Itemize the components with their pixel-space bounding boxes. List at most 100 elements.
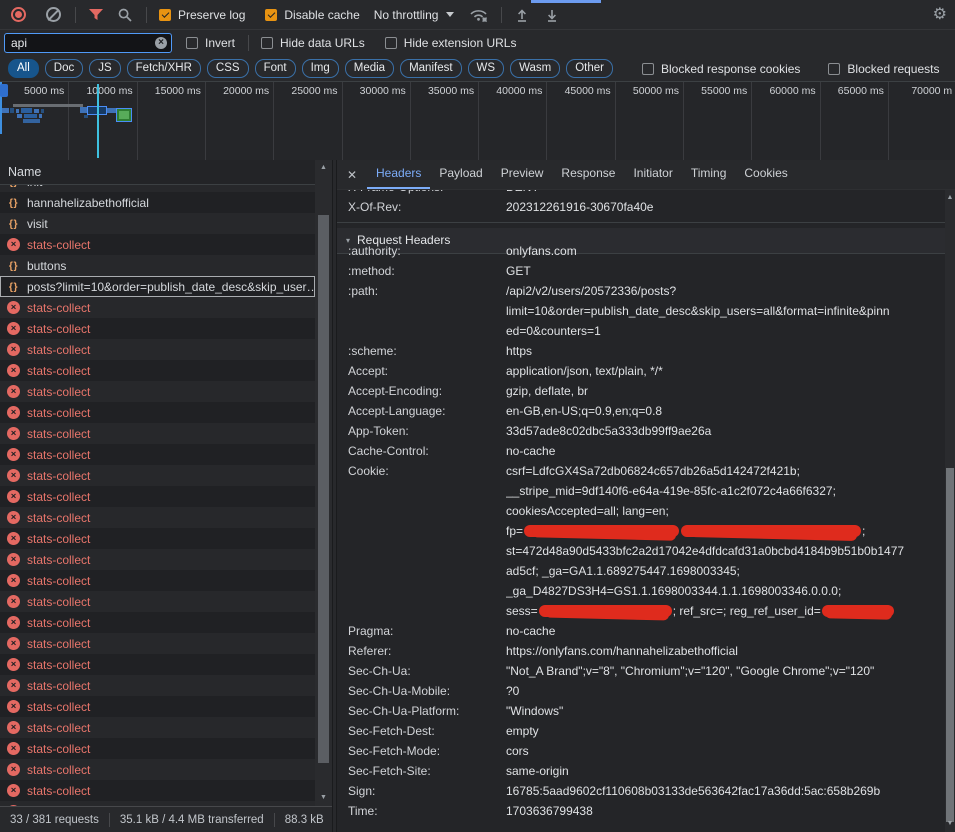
request-row[interactable]: ×stats-collect	[0, 717, 315, 738]
header-name: :authority:	[337, 241, 506, 261]
request-row[interactable]: ×stats-collect	[0, 465, 315, 486]
tab-headers[interactable]: Headers	[367, 160, 430, 189]
detail-scrollbar[interactable]: ▲ ▼	[945, 190, 955, 832]
hide-extension-urls-checkbox[interactable]: Hide extension URLs	[385, 36, 517, 50]
scrollbar-thumb[interactable]	[946, 468, 954, 822]
request-row[interactable]: {}buttons	[0, 255, 315, 276]
request-row[interactable]: ×stats-collect	[0, 633, 315, 654]
request-row[interactable]: {}hannahelizabethofficial	[0, 192, 315, 213]
throttling-select[interactable]: No throttling	[374, 8, 455, 22]
request-name: stats-collect	[27, 511, 90, 525]
filter-chip-css[interactable]: CSS	[207, 59, 249, 78]
filter-chip-js[interactable]: JS	[89, 59, 120, 78]
filter-chip-doc[interactable]: Doc	[45, 59, 83, 78]
search-icon[interactable]	[118, 8, 132, 22]
tab-cookies[interactable]: Cookies	[735, 160, 796, 189]
export-har-icon[interactable]	[545, 8, 559, 22]
redaction-scribble	[822, 605, 894, 617]
filter-chip-wasm[interactable]: Wasm	[510, 59, 560, 78]
request-row[interactable]: ×stats-collect	[0, 570, 315, 591]
tab-preview[interactable]: Preview	[492, 160, 553, 189]
requests-scrollbar[interactable]: ▲ ▼	[315, 160, 332, 806]
request-name: stats-collect	[27, 343, 90, 357]
filter-chip-other[interactable]: Other	[566, 59, 613, 78]
request-name: stats-collect	[27, 721, 90, 735]
scroll-down-icon[interactable]: ▼	[945, 818, 955, 830]
header-value: empty	[506, 721, 945, 741]
overview-gridline	[68, 82, 69, 160]
requests-count: 33 / 381 requests	[10, 814, 99, 826]
clear-filter-icon[interactable]: ×	[155, 37, 167, 49]
name-column-header[interactable]: Name	[0, 160, 332, 185]
clear-network-log-button[interactable]	[46, 7, 61, 22]
request-row[interactable]: ×stats-collect	[0, 486, 315, 507]
error-icon: ×	[7, 490, 20, 503]
error-icon: ×	[7, 553, 20, 566]
filter-chip-fetch-xhr[interactable]: Fetch/XHR	[127, 59, 201, 78]
header-value-line: ?0	[506, 681, 945, 701]
waterfall-bar	[34, 109, 39, 113]
tab-timing[interactable]: Timing	[682, 160, 736, 189]
header-value: DENY	[506, 190, 945, 197]
filter-chip-img[interactable]: Img	[302, 59, 339, 78]
request-row[interactable]: ×stats-collect	[0, 696, 315, 717]
request-row[interactable]: ×stats-collect	[0, 381, 315, 402]
request-row[interactable]: ×stats-collect	[0, 612, 315, 633]
record-button[interactable]	[11, 7, 26, 22]
preserve-log-checkbox[interactable]: Preserve log	[159, 8, 245, 22]
hide-data-urls-checkbox[interactable]: Hide data URLs	[261, 36, 365, 50]
request-row[interactable]: ×stats-collect	[0, 318, 315, 339]
request-row[interactable]: ×stats-collect	[0, 402, 315, 423]
disable-cache-checkbox[interactable]: Disable cache	[265, 8, 359, 22]
request-row[interactable]: ×stats-collect	[0, 360, 315, 381]
request-name: visit	[27, 217, 48, 231]
tab-payload[interactable]: Payload	[430, 160, 491, 189]
request-row[interactable]: ×stats-collect	[0, 528, 315, 549]
request-name: hannahelizabethofficial	[27, 196, 149, 210]
filter-chip-manifest[interactable]: Manifest	[400, 59, 461, 78]
filter-input[interactable]: api ×	[4, 33, 172, 53]
request-row[interactable]: ×stats-collect	[0, 339, 315, 360]
request-row[interactable]: {}visit	[0, 213, 315, 234]
close-icon[interactable]: ✕	[337, 168, 367, 182]
scroll-up-icon[interactable]: ▲	[945, 192, 955, 204]
request-row[interactable]: ×stats-collect	[0, 507, 315, 528]
request-row[interactable]: ×stats-collect	[0, 234, 315, 255]
request-row[interactable]: {}posts?limit=10&order=publish_date_desc…	[0, 276, 315, 297]
header-row: Accept:application/json, text/plain, */*	[337, 361, 945, 381]
blocked-response-cookies-checkbox[interactable]: Blocked response cookies	[642, 62, 800, 76]
error-icon: ×	[7, 385, 20, 398]
request-row[interactable]: ×stats-collect	[0, 423, 315, 444]
invert-checkbox[interactable]: Invert	[186, 36, 235, 50]
request-row[interactable]: ×stats-collect	[0, 549, 315, 570]
waterfall-bar	[13, 104, 83, 107]
filter-chip-media[interactable]: Media	[345, 59, 394, 78]
request-row[interactable]: ×stats-collect	[0, 444, 315, 465]
tab-initiator[interactable]: Initiator	[624, 160, 681, 189]
settings-gear-icon[interactable]: ⚙	[933, 7, 947, 23]
request-row[interactable]: ×stats-collect	[0, 759, 315, 780]
overview-tick-label: 70000 m	[911, 85, 952, 97]
scrollbar-thumb[interactable]	[318, 215, 329, 763]
tab-response[interactable]: Response	[552, 160, 624, 189]
request-row[interactable]: ×stats-collect	[0, 591, 315, 612]
request-row[interactable]: ×stats-collect	[0, 297, 315, 318]
request-row[interactable]: ×stats-collect	[0, 780, 315, 801]
filter-icon[interactable]	[89, 9, 103, 21]
scroll-down-icon[interactable]: ▼	[315, 792, 332, 804]
request-row[interactable]: ×stats-collect	[0, 654, 315, 675]
import-har-icon[interactable]	[515, 8, 529, 22]
toolbar-divider	[501, 7, 502, 23]
header-name: :method:	[337, 261, 506, 281]
blocked-requests-checkbox[interactable]: Blocked requests	[828, 62, 939, 76]
network-conditions-icon[interactable]	[469, 7, 489, 23]
checkbox-box	[385, 37, 397, 49]
filter-chip-all[interactable]: All	[8, 59, 39, 78]
request-row[interactable]: ×stats-collect	[0, 738, 315, 759]
request-row[interactable]: ×stats-collect	[0, 675, 315, 696]
request-row[interactable]: {}init	[0, 185, 315, 192]
timeline-overview[interactable]: 5000 ms10000 ms15000 ms20000 ms25000 ms3…	[0, 82, 955, 161]
scroll-up-icon[interactable]: ▲	[315, 162, 332, 174]
filter-chip-font[interactable]: Font	[255, 59, 296, 78]
filter-chip-ws[interactable]: WS	[468, 59, 505, 78]
